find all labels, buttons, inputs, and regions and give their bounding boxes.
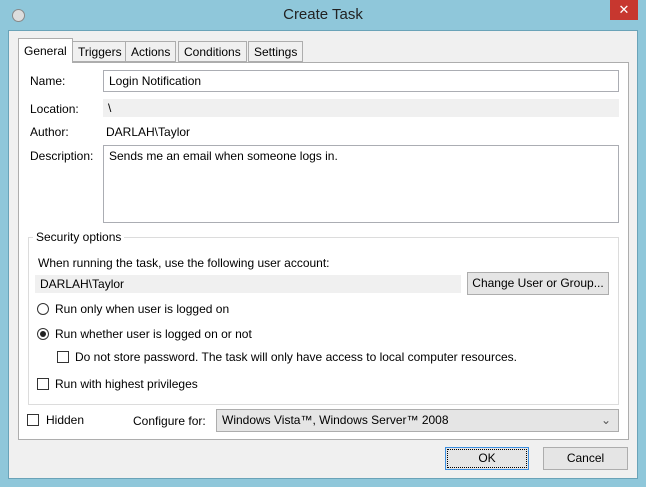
- no-store-password-checkbox[interactable]: [57, 351, 69, 363]
- radio-whether-label[interactable]: Run whether user is logged on or not: [55, 327, 252, 341]
- radio-logged-on[interactable]: [37, 303, 49, 315]
- description-input[interactable]: Sends me an email when someone logs in.: [103, 145, 619, 223]
- name-label: Name:: [30, 74, 66, 88]
- location-value: \: [103, 99, 619, 117]
- tab-conditions[interactable]: Conditions: [178, 41, 247, 62]
- tab-settings[interactable]: Settings: [248, 41, 304, 62]
- radio-whether-logged-on[interactable]: [37, 328, 49, 340]
- configure-for-label: Configure for:: [133, 414, 206, 428]
- tab-general[interactable]: General: [18, 38, 73, 63]
- account-prompt: When running the task, use the following…: [38, 256, 330, 270]
- name-input[interactable]: Login Notification: [103, 70, 619, 92]
- close-button[interactable]: ✕: [610, 0, 638, 20]
- change-user-button[interactable]: Change User or Group...: [467, 272, 609, 295]
- description-label: Description:: [30, 149, 94, 163]
- tab-actions[interactable]: Actions: [125, 41, 177, 62]
- security-legend: Security options: [33, 230, 125, 244]
- configure-for-value: Windows Vista™, Windows Server™ 2008: [222, 413, 449, 427]
- author-value: DARLAH\Taylor: [106, 125, 191, 139]
- ok-button[interactable]: OK: [445, 447, 529, 470]
- window-title: Create Task: [283, 6, 363, 23]
- cancel-button[interactable]: Cancel: [543, 447, 628, 470]
- chevron-down-icon: ⌄: [600, 413, 611, 427]
- configure-for-select[interactable]: Windows Vista™, Windows Server™ 2008 ⌄: [216, 409, 619, 432]
- no-store-password-label[interactable]: Do not store password. The task will onl…: [75, 350, 517, 364]
- highest-privileges-label[interactable]: Run with highest privileges: [55, 377, 198, 391]
- radio-logged-on-label[interactable]: Run only when user is logged on: [55, 302, 229, 316]
- location-label: Location:: [30, 102, 79, 116]
- highest-privileges-checkbox[interactable]: [37, 378, 49, 390]
- tab-triggers[interactable]: Triggers: [72, 41, 128, 62]
- author-label: Author:: [30, 125, 69, 139]
- hidden-label[interactable]: Hidden: [46, 413, 84, 427]
- account-value: DARLAH\Taylor: [35, 275, 461, 293]
- hidden-checkbox[interactable]: [27, 414, 39, 426]
